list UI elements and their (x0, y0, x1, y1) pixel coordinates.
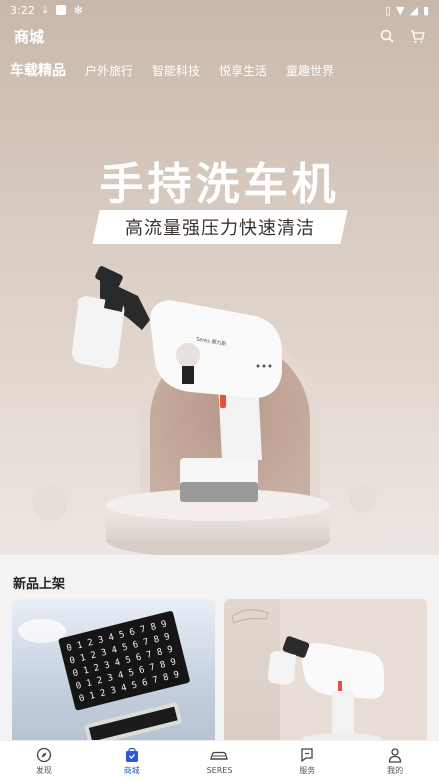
status-time: 3:22 (10, 3, 35, 17)
product-card-washer[interactable] (224, 599, 427, 740)
product-card-keypad[interactable]: 0 1 2 3 4 5 6 7 8 90 1 2 3 4 5 6 7 8 90 … (12, 599, 215, 740)
category-tab[interactable]: 车载精品 (10, 60, 66, 80)
app-icon (55, 5, 66, 15)
banner-subheadline: 高流量强压力快速清洁 (125, 218, 315, 239)
app-header: 商城 (0, 24, 439, 48)
tab-service[interactable]: 服务 (263, 741, 351, 782)
new-arrivals-section: 新品上架 0 1 2 3 4 5 6 7 8 90 1 2 3 4 5 6 7 … (0, 555, 439, 740)
tab-label: 我的 (387, 766, 404, 775)
page-title: 商城 (14, 27, 45, 46)
tab-seres[interactable]: SERES (176, 741, 264, 782)
flag-icon (301, 748, 313, 763)
washer-product-image (231, 599, 427, 740)
status-bar: 3:22 ⤓ ✻ ▯ ▼ ◢ ▮ (0, 0, 439, 20)
tab-mine[interactable]: 我的 (351, 741, 439, 782)
vibrate-icon: ▯ (384, 3, 391, 17)
bag-icon (125, 747, 138, 762)
download-icon: ⤓ (42, 3, 48, 16)
search-icon[interactable] (379, 28, 395, 44)
tab-label: SERES (206, 766, 233, 775)
phone-number-plate-image: 0 1 2 3 4 5 6 7 8 90 1 2 3 4 5 6 7 8 90 … (18, 611, 190, 740)
bug-icon: ✻ (73, 3, 83, 17)
category-tab[interactable]: 悦享生活 (219, 62, 267, 79)
tab-label: 服务 (299, 766, 316, 775)
tab-mall[interactable]: 商城 (88, 741, 176, 782)
section-title: 新品上架 (13, 577, 66, 592)
category-tab[interactable]: 智能科技 (152, 62, 200, 79)
category-nav: 车载精品 户外旅行 智能科技 悦享生活 童趣世界 (10, 60, 334, 80)
signal-icon: ◢ (409, 3, 418, 17)
tab-label: 商城 (123, 766, 140, 775)
wifi-icon: ▼ (396, 3, 405, 17)
bottom-tab-bar: 发现 商城 SERES 服务 我的 (0, 740, 439, 782)
hero-illustration (32, 266, 377, 555)
person-icon (388, 748, 402, 763)
cart-icon[interactable] (409, 28, 425, 44)
battery-icon: ▮ (422, 3, 429, 17)
category-tab[interactable]: 童趣世界 (286, 62, 334, 79)
tab-discover[interactable]: 发现 (0, 741, 88, 782)
category-tab[interactable]: 户外旅行 (85, 62, 133, 79)
tab-label: 发现 (35, 766, 52, 775)
compass-icon (36, 747, 52, 763)
car-icon (210, 751, 229, 760)
banner-headline: 手持洗车机 (99, 159, 340, 210)
hero-banner[interactable]: Seres 赛力斯 3:22 ⤓ ✻ ▯ ▼ ◢ ▮ 商城 车载精品 户外旅行 … (0, 0, 439, 555)
